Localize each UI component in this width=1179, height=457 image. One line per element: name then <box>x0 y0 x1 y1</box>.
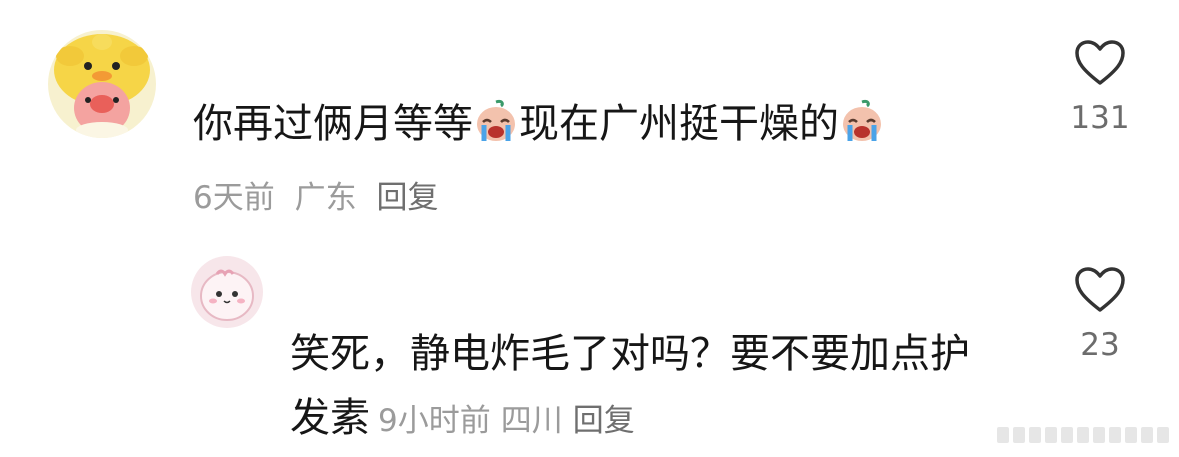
comment-meta: 6天前 广东 回复 <box>193 172 448 217</box>
comment-text-part2: 现在广州挺干燥的 <box>519 101 839 147</box>
watermark <box>997 427 1169 443</box>
comment-text-line1: 笑死，静电炸毛了对吗？要不要加点护 <box>290 331 970 377</box>
comment-time: 9小时前 <box>378 403 491 439</box>
like-button[interactable]: 23 <box>1055 265 1145 363</box>
reply-button[interactable]: 回复 <box>573 403 635 439</box>
like-count: 23 <box>1080 327 1120 363</box>
heart-outline-icon[interactable] <box>1073 38 1127 88</box>
like-button[interactable]: 131 <box>1055 38 1145 136</box>
comment-location: 广东 <box>294 180 357 216</box>
avatar[interactable] <box>48 30 156 138</box>
like-count: 131 <box>1070 100 1130 136</box>
comment-text[interactable]: 笑死，静电炸毛了对吗？要不要加点护 发素 9小时前 四川 回复 <box>290 322 1010 453</box>
comment-text-line2: 发素 <box>290 395 370 441</box>
reply-button[interactable]: 回复 <box>376 180 438 216</box>
comment-text[interactable]: 你再过俩月等等 现在广州挺干燥的 <box>193 92 885 156</box>
heart-outline-icon[interactable] <box>1073 265 1127 315</box>
comment-time: 6天前 <box>193 180 275 216</box>
comment-meta: 9小时前 四川 回复 <box>378 403 645 439</box>
crying-face-emoji-icon <box>473 98 519 144</box>
crying-face-emoji-icon <box>839 98 885 144</box>
avatar[interactable] <box>191 256 263 328</box>
comment-location: 四川 <box>500 403 563 439</box>
comment-text-part1: 你再过俩月等等 <box>193 101 473 147</box>
